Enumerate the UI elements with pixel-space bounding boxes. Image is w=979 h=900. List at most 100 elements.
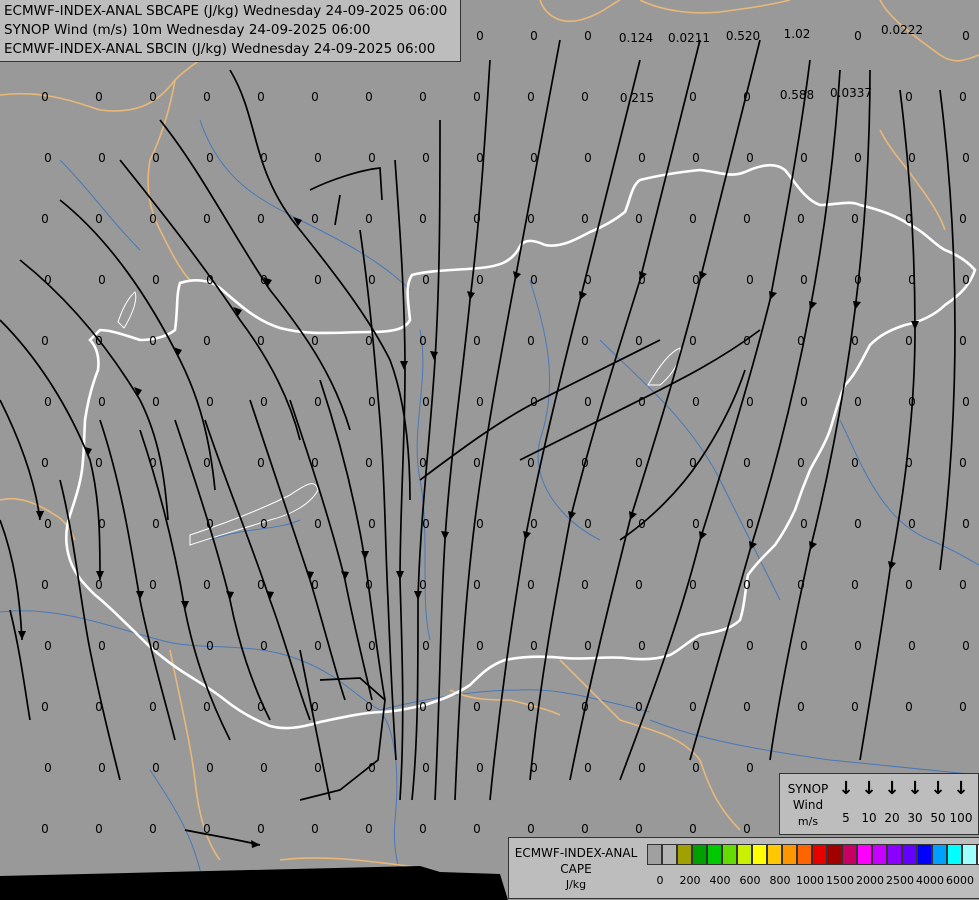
zero-value: 0 <box>311 334 319 348</box>
zero-value: 0 <box>962 639 970 653</box>
zero-value: 0 <box>419 90 427 104</box>
zero-value: 0 <box>98 273 106 287</box>
zero-value: 0 <box>800 517 808 531</box>
nonzero-value: 0.124 <box>619 31 653 45</box>
zero-value: 0 <box>908 151 916 165</box>
zero-value: 0 <box>530 639 538 653</box>
zero-value: 0 <box>311 456 319 470</box>
zero-value: 0 <box>476 151 484 165</box>
zero-value: 0 <box>584 395 592 409</box>
zero-value: 0 <box>419 822 427 836</box>
zero-value: 0 <box>95 212 103 226</box>
zero-value: 0 <box>854 639 862 653</box>
zero-value: 0 <box>476 761 484 775</box>
zero-value: 0 <box>851 212 859 226</box>
zero-value: 0 <box>584 639 592 653</box>
cape-color-swatch <box>782 844 797 865</box>
zero-value: 0 <box>743 578 751 592</box>
zero-value: 0 <box>746 151 754 165</box>
zero-value: 0 <box>257 822 265 836</box>
zero-value: 0 <box>98 639 106 653</box>
zero-value: 0 <box>203 578 211 592</box>
zero-value: 0 <box>206 517 214 531</box>
nonzero-value: 0.215 <box>620 91 654 105</box>
wind-arrow-icon: ↓ <box>930 778 946 799</box>
zero-value: 0 <box>851 456 859 470</box>
zero-value: 0 <box>203 334 211 348</box>
zero-value: 0 <box>638 395 646 409</box>
zero-value: 0 <box>311 212 319 226</box>
wind-speed-label: 20 <box>884 811 900 825</box>
zero-value: 0 <box>689 700 697 714</box>
zero-value: 0 <box>743 456 751 470</box>
zero-value: 0 <box>581 578 589 592</box>
cape-color-swatch <box>767 844 782 865</box>
zero-value: 0 <box>743 822 751 836</box>
zero-value: 0 <box>368 151 376 165</box>
zero-value: 0 <box>638 761 646 775</box>
zero-value: 0 <box>41 822 49 836</box>
zero-value: 0 <box>908 639 916 653</box>
cape-color-swatch <box>752 844 767 865</box>
zero-value: 0 <box>422 517 430 531</box>
zero-value: 0 <box>635 334 643 348</box>
wind-legend-unit: m/s <box>797 815 819 828</box>
nonzero-value: 1.02 <box>784 27 811 41</box>
zero-value: 0 <box>797 456 805 470</box>
zero-value: 0 <box>908 395 916 409</box>
zero-value: 0 <box>962 29 970 43</box>
zero-value: 0 <box>422 639 430 653</box>
zero-value: 0 <box>152 639 160 653</box>
zero-value: 0 <box>584 273 592 287</box>
zero-value: 0 <box>959 334 967 348</box>
zero-value: 0 <box>41 90 49 104</box>
zero-value: 0 <box>365 700 373 714</box>
zero-value: 0 <box>422 761 430 775</box>
zero-value: 0 <box>368 273 376 287</box>
nonzero-value: 0.0222 <box>881 23 923 37</box>
zero-value: 0 <box>905 90 913 104</box>
zero-value: 0 <box>527 578 535 592</box>
zero-value: 0 <box>959 700 967 714</box>
zero-value: 0 <box>797 212 805 226</box>
zero-value: 0 <box>800 395 808 409</box>
cape-legend-subtitle: CAPE <box>560 862 592 876</box>
zero-value: 0 <box>527 456 535 470</box>
zero-value: 0 <box>743 212 751 226</box>
zero-value: 0 <box>149 456 157 470</box>
zero-value: 0 <box>95 90 103 104</box>
zero-value: 0 <box>95 456 103 470</box>
zero-value: 0 <box>260 395 268 409</box>
zero-value: 0 <box>149 90 157 104</box>
zero-value: 0 <box>260 273 268 287</box>
zero-value: 0 <box>44 517 52 531</box>
zero-value: 0 <box>581 700 589 714</box>
zero-value: 0 <box>962 517 970 531</box>
zero-value: 0 <box>638 639 646 653</box>
cape-color-swatch <box>857 844 872 865</box>
zero-value: 0 <box>635 578 643 592</box>
cape-color-swatch <box>842 844 857 865</box>
wind-legend: SYNOP Wind m/s ↓ 5 ↓ 10 ↓ 20 ↓ 30 ↓ 50 ↓ 100 <box>779 773 979 835</box>
zero-value: 0 <box>368 395 376 409</box>
zero-value: 0 <box>152 273 160 287</box>
zero-value: 0 <box>41 212 49 226</box>
zero-value: 0 <box>203 212 211 226</box>
zero-value: 0 <box>260 151 268 165</box>
zero-value: 0 <box>692 273 700 287</box>
zero-value: 0 <box>311 700 319 714</box>
zero-value: 0 <box>905 212 913 226</box>
zero-value: 0 <box>95 822 103 836</box>
zero-value: 0 <box>581 90 589 104</box>
zero-value: 0 <box>692 761 700 775</box>
zero-value: 0 <box>959 578 967 592</box>
cape-color-swatch <box>887 844 902 865</box>
zero-value: 0 <box>41 700 49 714</box>
zero-value: 0 <box>257 700 265 714</box>
wind-arrow-icon: ↓ <box>838 778 854 799</box>
zero-value: 0 <box>854 517 862 531</box>
zero-value: 0 <box>206 273 214 287</box>
zero-value: 0 <box>635 456 643 470</box>
zero-value: 0 <box>689 334 697 348</box>
cape-color-swatch <box>962 844 977 865</box>
